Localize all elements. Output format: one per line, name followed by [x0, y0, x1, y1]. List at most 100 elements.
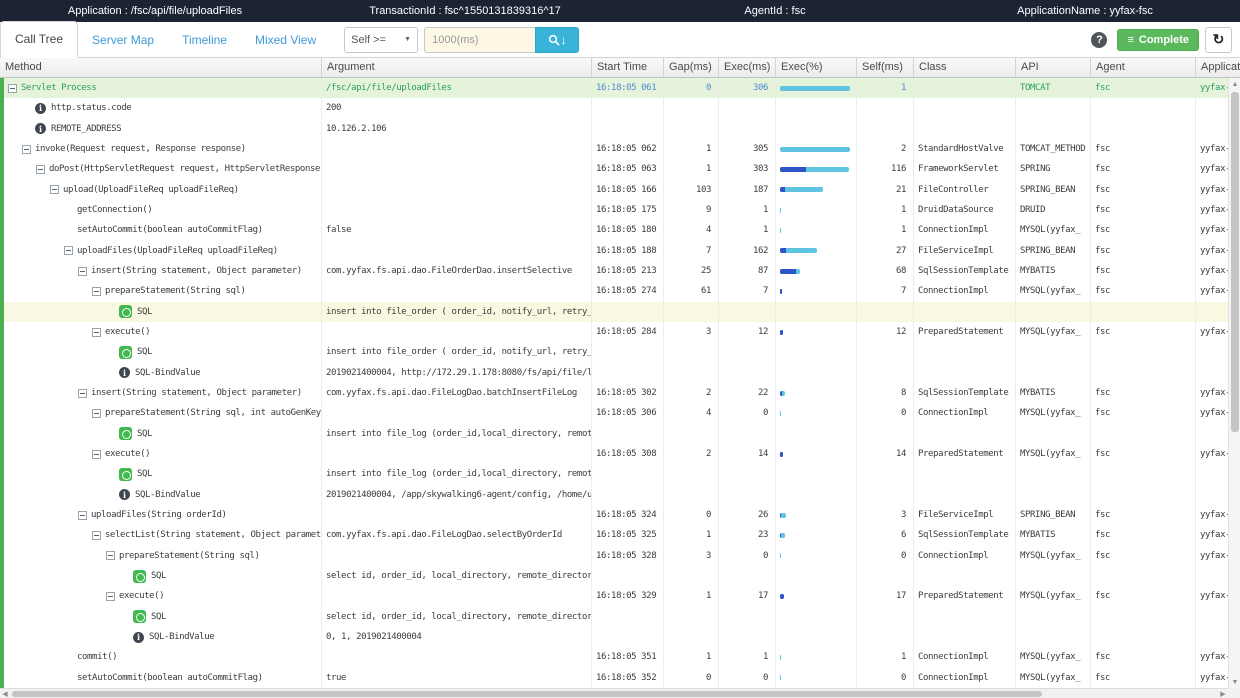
exec-percent-bar [780, 655, 781, 660]
table-row[interactable]: SQLinsert into file_order ( order_id, no… [0, 302, 1240, 322]
cell-api: MYSQL(yyfax_ [1016, 403, 1091, 423]
table-row[interactable]: SQLinsert into file_log (order_id,local_… [0, 424, 1240, 444]
tab-call-tree[interactable]: Call Tree [0, 21, 78, 58]
tab-server-map[interactable]: Server Map [78, 23, 168, 57]
collapse-expander-icon[interactable] [50, 185, 59, 194]
table-row[interactable]: insert(String statement, Object paramete… [0, 261, 1240, 281]
cell-api: SPRING_BEAN [1016, 241, 1091, 261]
table-row[interactable]: SQLinsert into file_order ( order_id, no… [0, 342, 1240, 362]
cell-argument [322, 322, 592, 342]
indent-spacer [106, 494, 119, 495]
tab-timeline[interactable]: Timeline [168, 23, 241, 57]
cell-class: SqlSessionTemplate [914, 525, 1016, 545]
search-button[interactable]: ↓ [535, 27, 579, 53]
table-row[interactable]: execute()16:18:05 32911717PreparedStatem… [0, 586, 1240, 606]
cell-method: invoke(Request request, Response respons… [0, 139, 322, 159]
filter-type-select[interactable]: Self >= ▼ [344, 27, 418, 53]
collapse-expander-icon[interactable] [22, 145, 31, 154]
cell-class: DruidDataSource [914, 200, 1016, 220]
collapse-expander-icon[interactable] [78, 389, 87, 398]
column-header-self: Self(ms) [857, 58, 914, 77]
horizontal-scroll-thumb[interactable] [12, 691, 1042, 697]
cell-class: PreparedStatement [914, 322, 1016, 342]
table-row[interactable]: upload(UploadFileReq uploadFileReq)16:18… [0, 180, 1240, 200]
cell-exec-value: 12 [758, 327, 768, 337]
cell-method: SQL [0, 424, 322, 444]
vertical-scrollbar[interactable]: ▲ ▼ [1228, 78, 1240, 688]
self-value: 27 [896, 246, 906, 256]
collapse-expander-icon[interactable] [78, 267, 87, 276]
vertical-scroll-thumb[interactable] [1231, 92, 1239, 432]
table-row[interactable]: setAutoCommit(boolean autoCommitFlag)fal… [0, 220, 1240, 240]
collapse-expander-icon[interactable] [78, 511, 87, 520]
method-label: prepareStatement(String sql, int autoGen… [105, 408, 322, 418]
help-icon[interactable]: ? [1091, 32, 1107, 48]
start-time-value: 16:18:05 175 [596, 205, 656, 215]
collapse-expander-icon[interactable] [92, 409, 101, 418]
collapse-expander-icon[interactable] [8, 84, 17, 93]
table-row[interactable]: prepareStatement(String sql)16:18:05 274… [0, 281, 1240, 301]
start-time-value: 16:18:05 274 [596, 286, 656, 296]
table-row[interactable]: SQLselect id, order_id, local_directory,… [0, 566, 1240, 586]
table-row[interactable]: insert(String statement, Object paramete… [0, 383, 1240, 403]
cell-agent-value: fsc [1095, 185, 1110, 195]
table-row[interactable]: SQLselect id, order_id, local_directory,… [0, 607, 1240, 627]
indent-spacer [120, 576, 133, 577]
table-row[interactable]: SQLinsert into file_log (order_id,local_… [0, 464, 1240, 484]
exec-percent-bar [780, 411, 781, 416]
cell-exec [719, 363, 776, 383]
cell-gap-value: 1 [706, 652, 711, 662]
cell-method: upload(UploadFileReq uploadFileReq) [0, 180, 322, 200]
collapse-expander-icon[interactable] [92, 328, 101, 337]
table-row[interactable]: prepareStatement(String sql, int autoGen… [0, 403, 1240, 423]
table-row[interactable]: iREMOTE_ADDRESS10.126.2.106 [0, 119, 1240, 139]
table-row[interactable]: execute()16:18:05 30821414PreparedStatem… [0, 444, 1240, 464]
scroll-right-arrow-icon[interactable]: ▶ [1218, 689, 1228, 698]
tab-mixed-view[interactable]: Mixed View [241, 23, 330, 57]
cell-agent: fsc [1091, 546, 1196, 566]
table-row[interactable]: iSQL-BindValue2019021400004, http://172.… [0, 363, 1240, 383]
self-value: 6 [901, 530, 906, 540]
cell-self [857, 98, 914, 118]
cell-gap: 1 [664, 525, 719, 545]
cell-method: Servlet Process [0, 78, 322, 98]
table-row[interactable]: iSQL-BindValue2019021400004, /app/skywal… [0, 485, 1240, 505]
indent-spacer [0, 393, 78, 394]
cell-argument: insert into file_log (order_id,local_dir… [322, 424, 592, 444]
table-row[interactable]: prepareStatement(String sql)16:18:05 328… [0, 546, 1240, 566]
scroll-down-arrow-icon[interactable]: ▼ [1229, 676, 1240, 688]
filter-threshold-input[interactable] [424, 27, 536, 53]
collapse-expander-icon[interactable] [92, 531, 101, 540]
table-row[interactable]: getConnection()16:18:05 175911DruidDataS… [0, 200, 1240, 220]
sql-icon [133, 610, 146, 623]
complete-button[interactable]: ≡ Complete [1117, 29, 1199, 51]
collapse-expander-icon[interactable] [106, 551, 115, 560]
scroll-up-arrow-icon[interactable]: ▲ [1229, 78, 1240, 90]
collapse-expander-icon[interactable] [64, 246, 73, 255]
collapse-expander-icon[interactable] [92, 287, 101, 296]
self-time-bar-segment [780, 513, 781, 518]
table-row[interactable]: uploadFiles(String orderId)16:18:05 3240… [0, 505, 1240, 525]
table-row[interactable]: execute()16:18:05 28431212PreparedStatem… [0, 322, 1240, 342]
table-row[interactable]: uploadFiles(UploadFileReq uploadFileReq)… [0, 241, 1240, 261]
table-row[interactable]: Servlet Process/fsc/api/file/uploadFiles… [0, 78, 1240, 98]
cell-api-value: SPRING_BEAN [1020, 246, 1075, 256]
table-row[interactable]: invoke(Request request, Response respons… [0, 139, 1240, 159]
scroll-left-arrow-icon[interactable]: ◀ [0, 689, 10, 698]
method-label: execute() [105, 449, 150, 459]
table-row[interactable]: iSQL-BindValue0, 1, 2019021400004 [0, 627, 1240, 647]
cell-class: ConnectionImpl [914, 281, 1016, 301]
table-row[interactable]: commit()16:18:05 351111ConnectionImplMYS… [0, 647, 1240, 667]
refresh-button[interactable]: ↻ [1205, 27, 1232, 53]
table-row[interactable]: setAutoCommit(boolean autoCommitFlag)tru… [0, 668, 1240, 688]
cell-gap-value: 2 [706, 388, 711, 398]
horizontal-scrollbar[interactable]: ◀ ▶ [0, 688, 1240, 698]
collapse-expander-icon[interactable] [106, 592, 115, 601]
collapse-expander-icon[interactable] [92, 450, 101, 459]
indent-spacer [0, 555, 106, 556]
table-row[interactable]: ihttp.status.code200 [0, 98, 1240, 118]
table-row[interactable]: doPost(HttpServletRequest request, HttpS… [0, 159, 1240, 179]
collapse-expander-icon[interactable] [36, 165, 45, 174]
cell-exec: 306 [719, 78, 776, 98]
table-row[interactable]: selectList(String statement, Object para… [0, 525, 1240, 545]
